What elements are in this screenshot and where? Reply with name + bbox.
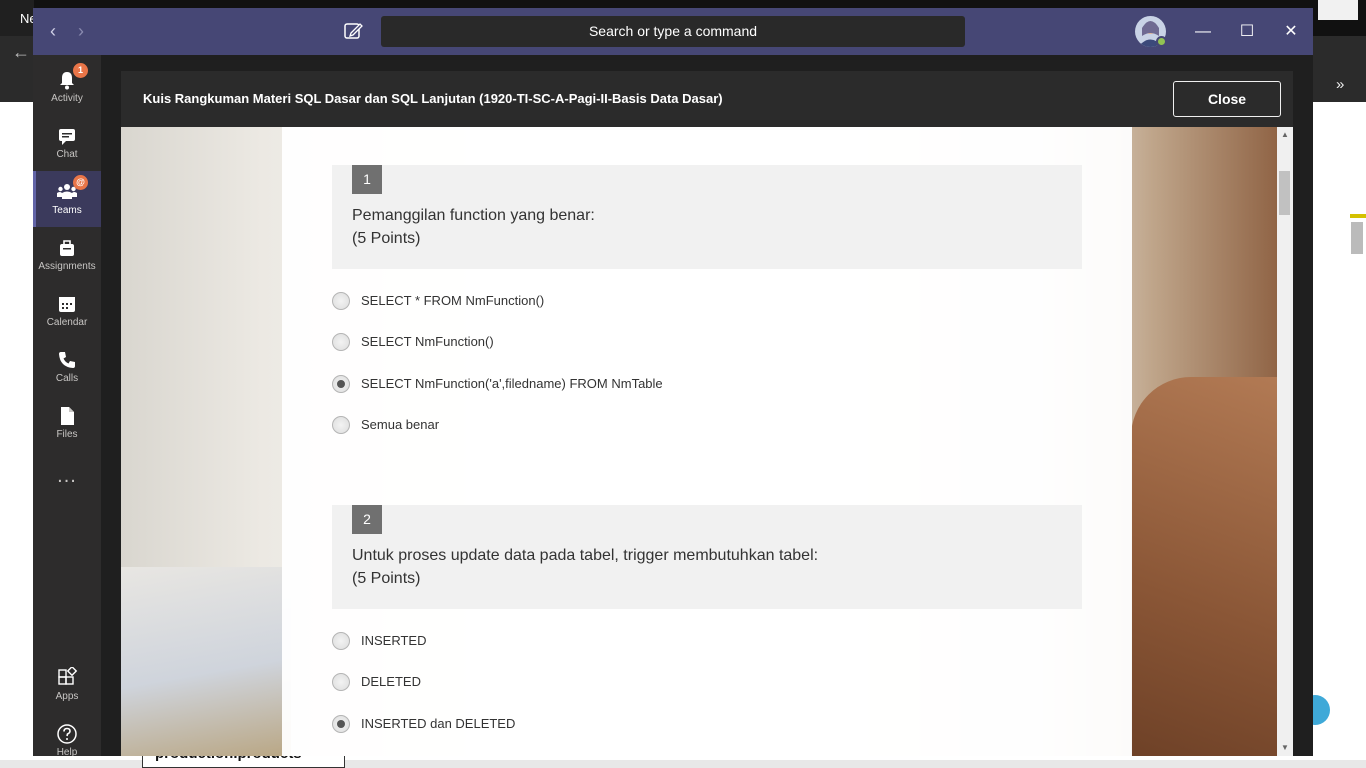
more-apps-icon[interactable]: ... xyxy=(33,465,101,488)
radio-button[interactable] xyxy=(332,632,350,650)
question-text: Untuk proses update data pada tabel, tri… xyxy=(352,547,819,564)
scroll-down-icon[interactable]: ▼ xyxy=(1277,740,1293,756)
option-label: SELECT * FROM NmFunction() xyxy=(361,293,545,308)
browser-back-icon[interactable]: ← xyxy=(12,42,30,63)
close-window-icon[interactable]: ✕ xyxy=(1279,20,1303,44)
forward-icon[interactable]: › xyxy=(71,21,91,41)
appbar-item-help[interactable]: Help xyxy=(33,713,101,756)
appbar-item-chat[interactable]: Chat xyxy=(33,115,101,171)
title-bar: ‹ › Search or type a command — ☐ ✕ xyxy=(33,8,1313,55)
vertical-scrollbar[interactable]: ▲ ▼ xyxy=(1277,127,1293,756)
background-scrollbar[interactable] xyxy=(1351,222,1363,254)
question-text: Pemanggilan function yang benar: xyxy=(352,207,595,224)
appbar-item-apps[interactable]: Apps xyxy=(33,657,101,713)
background-scroll-marker xyxy=(1350,214,1366,218)
search-input[interactable]: Search or type a command xyxy=(381,16,965,47)
question-number: 1 xyxy=(352,165,382,194)
background-image-paper xyxy=(121,567,291,756)
option-label: SELECT NmFunction('a',filedname) FROM Nm… xyxy=(361,376,663,391)
appbar-label: Chat xyxy=(56,149,78,160)
option-label: DELETED xyxy=(361,674,421,689)
radio-button-selected[interactable] xyxy=(332,715,350,733)
appbar-label: Teams xyxy=(52,205,82,216)
appbar-item-activity[interactable]: 1 Activity xyxy=(33,59,101,115)
appbar-label: Calls xyxy=(55,373,79,384)
question-points: (5 Points) xyxy=(352,570,421,587)
quiz-dialog: Kuis Rangkuman Materi SQL Dasar dan SQL … xyxy=(121,71,1293,756)
appbar-item-files[interactable]: Files xyxy=(33,395,101,451)
appbar-item-calls[interactable]: Calls xyxy=(33,339,101,395)
radio-button[interactable] xyxy=(332,416,350,434)
maximize-icon[interactable]: ☐ xyxy=(1235,20,1259,44)
compose-icon[interactable] xyxy=(342,20,364,42)
calendar-icon xyxy=(59,297,75,312)
appbar-item-teams[interactable]: @ Teams xyxy=(33,171,101,227)
background-window-control xyxy=(1318,0,1358,20)
assignments-icon xyxy=(60,240,74,256)
background-image-hand xyxy=(1131,377,1281,756)
appbar-label: Assignments xyxy=(38,261,96,272)
browser-overflow-icon[interactable]: » xyxy=(1336,76,1344,93)
question-card: 1 Pemanggilan function yang benar: (5 Po… xyxy=(332,165,1082,269)
dialog-title: Kuis Rangkuman Materi SQL Dasar dan SQL … xyxy=(143,91,723,106)
appbar-label: Activity xyxy=(51,93,83,104)
appbar-label: Help xyxy=(56,747,78,756)
phone-icon xyxy=(59,352,75,368)
option-label: INSERTED dan DELETED xyxy=(361,716,516,731)
teams-window: ‹ › Search or type a command — ☐ ✕ 1 Act… xyxy=(33,8,1313,756)
option-label: SELECT NmFunction() xyxy=(361,334,494,349)
appbar-label: Files xyxy=(56,429,78,440)
radio-button[interactable] xyxy=(332,292,350,310)
option-label: Semua benar xyxy=(361,417,440,432)
dialog-header: Kuis Rangkuman Materi SQL Dasar dan SQL … xyxy=(121,71,1293,127)
activity-badge: 1 xyxy=(73,63,88,78)
teams-mention-badge: @ xyxy=(73,175,88,190)
appbar-item-calendar[interactable]: Calendar xyxy=(33,283,101,339)
question-points: (5 Points) xyxy=(352,230,421,247)
appbar-label: Apps xyxy=(55,691,79,702)
minimize-icon[interactable]: — xyxy=(1191,20,1215,44)
dialog-body: 1 Pemanggilan function yang benar: (5 Po… xyxy=(121,127,1293,756)
appbar-item-assignments[interactable]: Assignments xyxy=(33,227,101,283)
option-label: INSERTED xyxy=(361,633,427,648)
radio-button[interactable] xyxy=(332,673,350,691)
radio-button[interactable] xyxy=(332,333,350,351)
question-number: 2 xyxy=(352,505,382,534)
back-icon[interactable]: ‹ xyxy=(43,21,63,41)
help-icon xyxy=(57,724,77,744)
appbar-label: Calendar xyxy=(46,317,88,328)
apps-icon xyxy=(58,667,78,685)
background-tab[interactable]: Ne xyxy=(0,0,34,36)
scrollbar-thumb[interactable] xyxy=(1279,171,1290,215)
question-card: 2 Untuk proses update data pada tabel, t… xyxy=(332,505,1082,609)
file-icon xyxy=(61,407,74,425)
close-button[interactable]: Close xyxy=(1173,81,1281,117)
chat-icon xyxy=(59,129,75,145)
presence-available-icon xyxy=(1156,36,1167,47)
app-bar: 1 Activity Chat @ Teams Assignments Cale… xyxy=(33,55,101,756)
radio-button-selected[interactable] xyxy=(332,375,350,393)
scroll-up-icon[interactable]: ▲ xyxy=(1277,127,1293,143)
